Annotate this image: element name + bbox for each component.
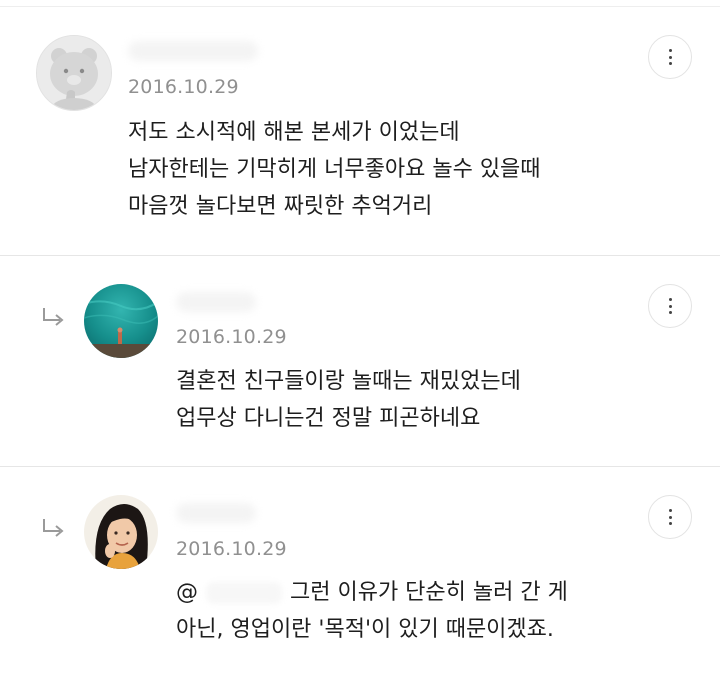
comment-line: 업무상 다니는건 정말 피곤하네요 xyxy=(176,406,481,431)
more-vertical-icon-dot xyxy=(669,62,672,65)
comment-line: 마음껏 놀다보면 짜릿한 추억거리 xyxy=(128,194,433,219)
user-avatar[interactable] xyxy=(84,284,158,358)
mention-name-redacted[interactable] xyxy=(206,582,282,604)
underwater-photo-icon xyxy=(84,284,158,358)
reply-arrow-icon xyxy=(43,519,64,537)
comment-date: 2016.10.29 xyxy=(176,538,287,560)
reply-arrow-icon xyxy=(43,308,64,326)
more-vertical-icon-dot xyxy=(669,515,672,519)
comment-item: 2016.10.29 저도 소시적에 해본 본세가 이었는데 남자한테는 기막히… xyxy=(0,7,720,256)
more-vertical-icon-dot xyxy=(669,311,672,314)
more-options-button[interactable] xyxy=(648,35,692,79)
more-vertical-icon-dot xyxy=(669,304,672,308)
more-vertical-icon-dot xyxy=(669,522,672,525)
comment-body: 저도 소시적에 해본 본세가 이었는데 남자한테는 기막히게 너무좋아요 놀수 … xyxy=(128,114,541,225)
more-vertical-icon-dot xyxy=(669,55,672,59)
nickname-redacted xyxy=(128,41,258,61)
mention-symbol[interactable]: @ xyxy=(176,580,198,605)
more-vertical-icon xyxy=(669,49,672,52)
comment-line: 결혼전 친구들이랑 놀때는 재밌었는데 xyxy=(176,369,521,394)
nickname-redacted xyxy=(176,503,256,523)
reply-comment-item: 2016.10.29 @ 그런 이유가 단순히 놀러 간 게 아닌, 영업이란 '… xyxy=(0,467,720,678)
comment-date: 2016.10.29 xyxy=(176,326,287,348)
user-avatar[interactable] xyxy=(36,35,112,111)
comment-line: 아닌, 영업이란 '목적'이 있기 때문이겠죠. xyxy=(176,617,554,642)
more-vertical-icon xyxy=(669,298,672,301)
comment-line: 남자한테는 기막히게 너무좋아요 놀수 있을때 xyxy=(128,157,541,182)
comment-line: 저도 소시적에 해본 본세가 이었는데 xyxy=(128,120,460,145)
user-avatar[interactable] xyxy=(84,495,158,569)
bear-character-icon xyxy=(37,36,111,110)
person-photo-icon xyxy=(84,495,158,569)
comment-body: 결혼전 친구들이랑 놀때는 재밌었는데 업무상 다니는건 정말 피곤하네요 xyxy=(176,363,521,437)
more-options-button[interactable] xyxy=(648,284,692,328)
comment-date: 2016.10.29 xyxy=(128,76,239,98)
top-divider xyxy=(0,0,720,7)
reply-comment-item: 2016.10.29 결혼전 친구들이랑 놀때는 재밌었는데 업무상 다니는건 … xyxy=(0,256,720,467)
comment-body: @ 그런 이유가 단순히 놀러 간 게 아닌, 영업이란 '목적'이 있기 때문이… xyxy=(176,574,568,648)
nickname-redacted xyxy=(176,292,256,312)
more-options-button[interactable] xyxy=(648,495,692,539)
comment-line-text: 그런 이유가 단순히 놀러 간 게 xyxy=(290,580,568,605)
comment-line: @ 그런 이유가 단순히 놀러 간 게 xyxy=(176,574,568,611)
more-vertical-icon xyxy=(669,509,672,512)
